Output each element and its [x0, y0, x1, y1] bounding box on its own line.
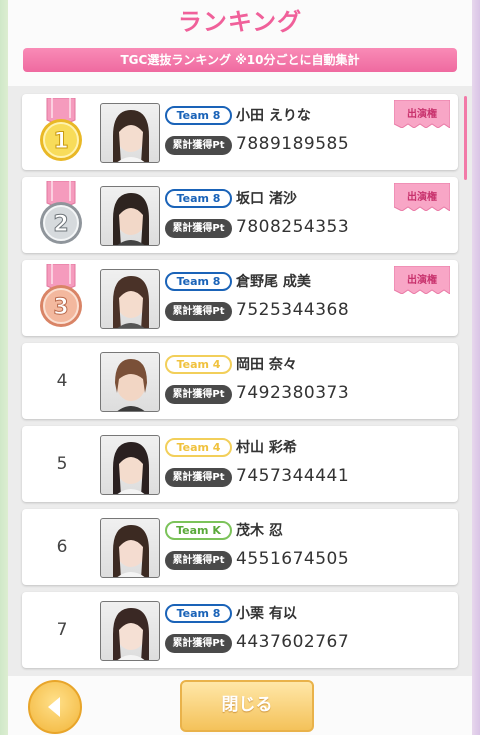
points-label: 累計獲得Pt	[165, 385, 232, 404]
team-badge: Team 8	[165, 272, 232, 291]
team-badge: Team 4	[165, 355, 232, 374]
points-value: 4551674505	[236, 549, 350, 569]
member-photo[interactable]	[100, 601, 160, 661]
ranking-row[interactable]: 6 Team K 茂木 忍 累計獲得Pt 4551674505	[22, 509, 458, 585]
member-name: 小田 えりな	[236, 108, 311, 124]
scrollbar[interactable]	[464, 96, 467, 180]
ranking-list[interactable]: 1 Team 8 小田 えりな 累計獲得Pt 7889189585 出演権 2	[8, 86, 472, 676]
team-badge: Team 8	[165, 189, 232, 208]
member-name: 小栗 有以	[236, 606, 297, 622]
back-arrow-icon	[48, 697, 60, 717]
points-label: 累計獲得Pt	[165, 302, 232, 321]
member-photo[interactable]	[100, 103, 160, 163]
ranking-row[interactable]: 3 Team 8 倉野尾 成美 累計獲得Pt 7525344368 出演権	[22, 260, 458, 336]
member-photo[interactable]	[100, 435, 160, 495]
member-name: 倉野尾 成美	[236, 274, 311, 290]
appearance-tag: 出演権	[394, 266, 450, 294]
points-label: 累計獲得Pt	[165, 468, 232, 487]
page-title: ランキング	[177, 8, 303, 36]
points-label: 累計獲得Pt	[165, 136, 232, 155]
close-button[interactable]: 閉じる	[180, 680, 314, 732]
member-photo[interactable]	[100, 352, 160, 412]
rank-number: 5	[56, 454, 68, 474]
gold-medal-icon: 1	[40, 98, 82, 161]
ranking-panel: ランキング TGC選抜ランキング ※10分ごとに自動集計 1 Team 8 小田…	[8, 0, 472, 735]
rank-number: 4	[56, 371, 68, 391]
member-photo[interactable]	[100, 269, 160, 329]
svg-text:1: 1	[53, 129, 68, 154]
ranking-row[interactable]: 4 Team 4 岡田 奈々 累計獲得Pt 7492380373	[22, 343, 458, 419]
points-label: 累計獲得Pt	[165, 219, 232, 238]
svg-text:2: 2	[53, 212, 68, 237]
ranking-row[interactable]: 7 Team 8 小栗 有以 累計獲得Pt 4437602767	[22, 592, 458, 668]
points-label: 累計獲得Pt	[165, 634, 232, 653]
points-value: 7492380373	[236, 383, 350, 403]
appearance-tag: 出演権	[394, 183, 450, 211]
points-value: 7808254353	[236, 217, 350, 237]
member-photo[interactable]	[100, 518, 160, 578]
team-badge: Team 8	[165, 106, 232, 125]
appearance-tag: 出演権	[394, 100, 450, 128]
rank-number: 6	[56, 537, 68, 557]
points-value: 4437602767	[236, 632, 350, 652]
points-value: 7525344368	[236, 300, 350, 320]
points-value: 7889189585	[236, 134, 350, 154]
member-photo[interactable]	[100, 186, 160, 246]
ranking-banner: TGC選抜ランキング ※10分ごとに自動集計	[23, 48, 457, 72]
team-badge: Team 8	[165, 604, 232, 623]
silver-medal-icon: 2	[40, 181, 82, 244]
member-name: 茂木 忍	[236, 523, 283, 539]
ranking-row[interactable]: 5 Team 4 村山 彩希 累計獲得Pt 7457344441	[22, 426, 458, 502]
bronze-medal-icon: 3	[40, 264, 82, 327]
member-name: 坂口 渚沙	[236, 191, 297, 207]
back-button[interactable]	[28, 680, 82, 734]
svg-text:3: 3	[53, 295, 68, 320]
points-value: 7457344441	[236, 466, 350, 486]
team-badge: Team K	[165, 521, 232, 540]
team-badge: Team 4	[165, 438, 232, 457]
member-name: 村山 彩希	[236, 440, 297, 456]
member-name: 岡田 奈々	[236, 357, 297, 373]
ranking-row[interactable]: 1 Team 8 小田 えりな 累計獲得Pt 7889189585 出演権	[22, 94, 458, 170]
ranking-row[interactable]: 2 Team 8 坂口 渚沙 累計獲得Pt 7808254353 出演権	[22, 177, 458, 253]
rank-number: 7	[56, 620, 68, 640]
points-label: 累計獲得Pt	[165, 551, 232, 570]
